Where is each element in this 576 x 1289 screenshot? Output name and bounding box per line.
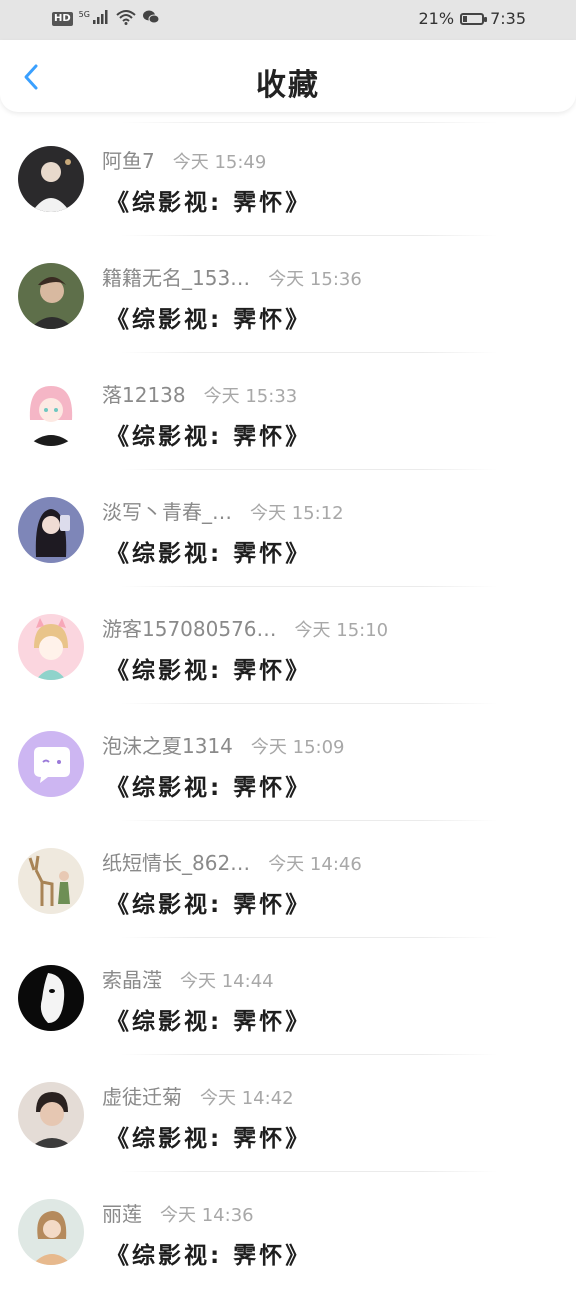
header-bar: 收藏 [0, 40, 576, 112]
timestamp: 今天 15:36 [268, 269, 362, 290]
timestamp: 今天 15:09 [250, 737, 345, 758]
username: 游客157080576… [102, 617, 277, 641]
timestamp: 今天 14:42 [200, 1088, 294, 1109]
book-title: 《综影视: 霁怀》 [106, 190, 312, 216]
username: 淡写丶青春_… [102, 500, 232, 524]
book-title: 《综影视: 霁怀》 [106, 775, 312, 801]
avatar[interactable] [18, 380, 84, 446]
item-meta: 籍籍无名_153… 今天 15:36 [102, 262, 362, 291]
avatar[interactable] [18, 614, 84, 680]
item-meta: 阿鱼7 今天 15:49 [102, 145, 266, 174]
wechat-icon [142, 9, 160, 29]
wifi-icon [116, 9, 136, 29]
list-item[interactable]: 丽莲 今天 14:36 《综影视: 霁怀》 [0, 1172, 576, 1289]
battery-icon [460, 12, 488, 25]
avatar[interactable] [18, 848, 84, 914]
timestamp: 今天 14:44 [180, 971, 274, 992]
book-title: 《综影视: 霁怀》 [106, 1243, 312, 1269]
username: 丽莲 [102, 1202, 142, 1226]
book-title: 《综影视: 霁怀》 [106, 1009, 312, 1035]
signal-icon [92, 9, 110, 29]
item-meta: 游客157080576… 今天 15:10 [102, 613, 388, 642]
list-item[interactable]: 阿鱼7 今天 15:49 《综影视: 霁怀》 [0, 119, 576, 236]
avatar[interactable] [18, 1199, 84, 1265]
list-item[interactable]: 落12138 今天 15:33 《综影视: 霁怀》 [0, 353, 576, 470]
avatar[interactable] [18, 146, 84, 212]
item-meta: 淡写丶青春_… 今天 15:12 [102, 496, 344, 525]
list-item[interactable]: 籍籍无名_153… 今天 15:36 《综影视: 霁怀》 [0, 236, 576, 353]
page-title: 收藏 [256, 68, 320, 103]
username: 纸短情长_862… [102, 851, 251, 875]
list-item[interactable]: 泡沫之夏1314 今天 15:09 《综影视: 霁怀》 [0, 704, 576, 821]
status-bar: HD 5G 21% 7:35 [0, 0, 576, 40]
timestamp: 今天 14:46 [268, 854, 362, 875]
hd-badge: HD [52, 12, 73, 26]
timestamp: 今天 15:33 [203, 386, 298, 407]
list-item[interactable]: 虚徒迁菊 今天 14:42 《综影视: 霁怀》 [0, 1055, 576, 1172]
item-meta: 泡沫之夏1314 今天 15:09 [102, 730, 345, 759]
book-title: 《综影视: 霁怀》 [106, 424, 312, 450]
timestamp: 今天 15:49 [172, 152, 267, 173]
item-meta: 纸短情长_862… 今天 14:46 [102, 847, 362, 876]
username: 索晶滢 [102, 968, 162, 992]
list-item[interactable]: 索晶滢 今天 14:44 《综影视: 霁怀》 [0, 938, 576, 1055]
battery-percent: 21% [418, 9, 455, 28]
list-item[interactable]: 纸短情长_862… 今天 14:46 《综影视: 霁怀》 [0, 821, 576, 938]
book-title: 《综影视: 霁怀》 [106, 892, 312, 918]
item-meta: 索晶滢 今天 14:44 [102, 964, 274, 993]
avatar[interactable] [18, 497, 84, 563]
username: 籍籍无名_153… [102, 266, 251, 290]
username: 虚徒迁菊 [102, 1085, 182, 1109]
book-title: 《综影视: 霁怀》 [106, 541, 312, 567]
book-title: 《综影视: 霁怀》 [106, 1126, 312, 1152]
clock: 7:35 [490, 9, 526, 28]
username: 阿鱼7 [102, 149, 155, 173]
list-item[interactable]: 淡写丶青春_… 今天 15:12 《综影视: 霁怀》 [0, 470, 576, 587]
avatar[interactable] [18, 965, 84, 1031]
username: 泡沫之夏1314 [102, 734, 233, 758]
status-left: HD 5G [52, 9, 160, 29]
book-title: 《综影视: 霁怀》 [106, 658, 312, 684]
username: 落12138 [102, 383, 186, 407]
avatar[interactable] [18, 1082, 84, 1148]
favorites-list: 阿鱼7 今天 15:49 《综影视: 霁怀》 籍籍无名_153… 今天 15:3… [0, 119, 576, 1289]
item-meta: 落12138 今天 15:33 [102, 379, 297, 408]
timestamp: 今天 15:10 [294, 620, 389, 641]
book-title: 《综影视: 霁怀》 [106, 307, 312, 333]
list-item[interactable]: 游客157080576… 今天 15:10 《综影视: 霁怀》 [0, 587, 576, 704]
timestamp: 今天 14:36 [160, 1205, 254, 1226]
avatar[interactable] [18, 731, 84, 797]
item-meta: 虚徒迁菊 今天 14:42 [102, 1081, 294, 1110]
item-meta: 丽莲 今天 14:36 [102, 1198, 254, 1227]
timestamp: 今天 15:12 [250, 503, 344, 524]
status-right: 21% 7:35 [419, 9, 527, 28]
network-type: 5G [78, 9, 90, 19]
avatar[interactable] [18, 263, 84, 329]
